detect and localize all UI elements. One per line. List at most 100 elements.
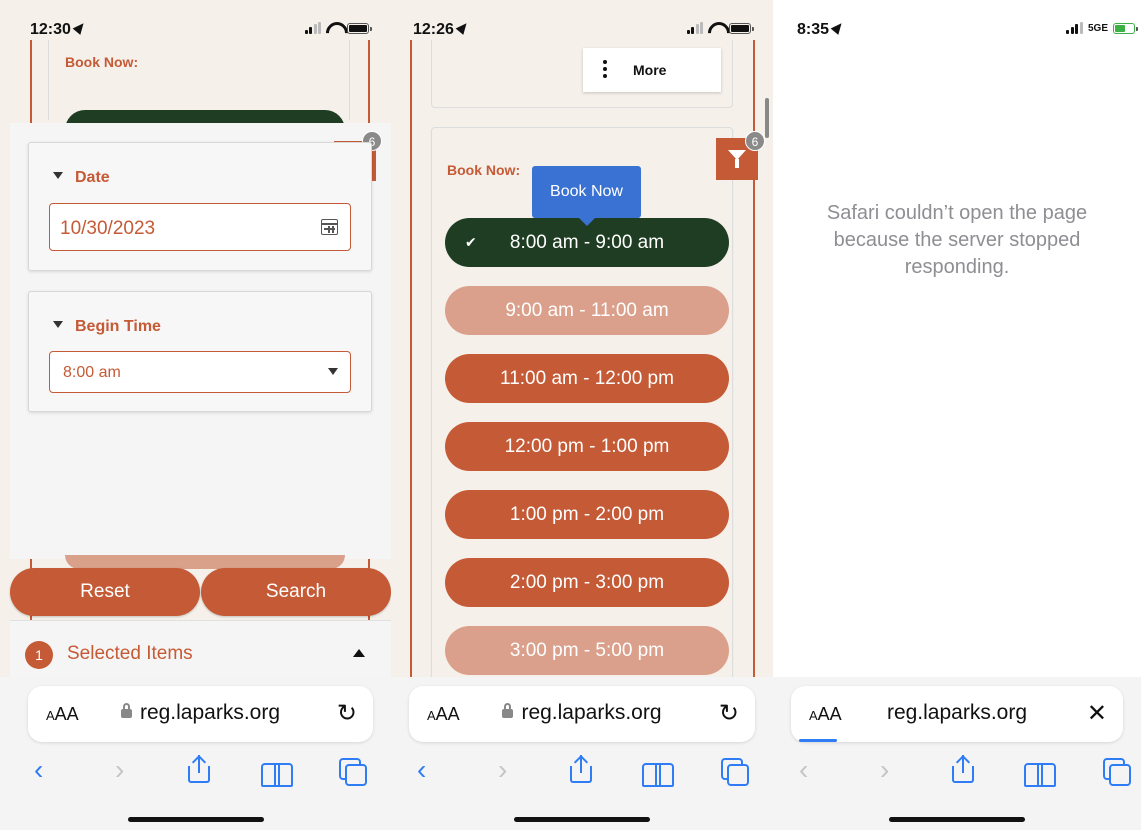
- network-type: 5GE: [1087, 22, 1108, 34]
- time-slot-unavailable: 9:00 am - 11:00 am: [445, 286, 729, 335]
- time-slot[interactable]: 1:00 pm - 2:00 pm: [445, 490, 729, 539]
- status-time-text: 12:26: [413, 21, 454, 38]
- date-input[interactable]: 10/30/2023: [49, 203, 351, 251]
- url-text: reg.laparks.org: [139, 701, 281, 724]
- address-bar[interactable]: AAA reg.laparks.org ↻: [28, 686, 373, 742]
- screen-safari-error: 8:35 5GE Safari couldn’t open the page b…: [773, 0, 1141, 830]
- begin-time-filter-header[interactable]: Begin Time: [53, 318, 161, 336]
- screen-time-slots: 12:26 More 6 Book Now: ✔ 8:00 am - 9:00 a…: [391, 0, 773, 830]
- reload-icon[interactable]: ↻: [337, 699, 357, 728]
- signal-icon: [686, 22, 703, 34]
- begin-time-select[interactable]: 8:00 am: [49, 351, 351, 393]
- book-now-label: Book Now:: [65, 54, 139, 70]
- forward-icon[interactable]: ›: [880, 753, 889, 787]
- home-indicator: [889, 817, 1025, 822]
- collapse-arrow-icon: [53, 321, 63, 328]
- address-bar[interactable]: AAA reg.laparks.org ✕: [791, 686, 1123, 742]
- bookmarks-icon[interactable]: [261, 759, 293, 793]
- book-now-label: Book Now:: [447, 162, 521, 178]
- date-value: 10/30/2023: [60, 218, 156, 239]
- time-slot[interactable]: 12:00 pm - 1:00 pm: [445, 422, 729, 471]
- safari-toolbar: ‹ ›: [391, 753, 773, 793]
- error-message: Safari couldn’t open the page because th…: [826, 202, 1088, 278]
- scrollbar[interactable]: [765, 98, 769, 138]
- lock-icon: [502, 703, 514, 718]
- calendar-icon[interactable]: [321, 219, 338, 235]
- kebab-menu-icon: [603, 60, 607, 64]
- status-time: 12:26: [413, 20, 471, 39]
- status-time: 12:30: [30, 20, 88, 39]
- address-bar[interactable]: AAA reg.laparks.org ↻: [409, 686, 755, 742]
- signal-icon: [304, 22, 321, 34]
- safari-bottom-bar: AAA reg.laparks.org ↻ ‹ ›: [391, 677, 773, 830]
- more-label: More: [633, 62, 667, 78]
- tabs-icon[interactable]: [721, 758, 749, 792]
- time-slot-label: 8:00 am - 9:00 am: [509, 232, 665, 253]
- battery-icon: [729, 22, 754, 34]
- forward-icon[interactable]: ›: [498, 753, 507, 787]
- signal-icon: [1066, 22, 1083, 34]
- back-icon[interactable]: ‹: [799, 753, 808, 787]
- date-heading: Date: [75, 169, 110, 186]
- safari-toolbar: ‹ ›: [0, 753, 391, 793]
- booking-card-inner: [48, 40, 350, 120]
- status-bar: 8:35 5GE: [773, 0, 1141, 52]
- address-url: reg.laparks.org: [791, 701, 1123, 725]
- status-time-text: 12:30: [30, 21, 71, 38]
- battery-charging-icon: [1113, 22, 1138, 34]
- time-slot-unavailable: 3:00 pm - 5:00 pm: [445, 626, 729, 675]
- location-arrow-icon: [72, 20, 88, 35]
- more-button[interactable]: More: [583, 48, 721, 92]
- share-icon[interactable]: [188, 755, 210, 791]
- home-indicator: [127, 817, 264, 822]
- begin-time-filter-card: Begin Time 8:00 am: [28, 291, 372, 412]
- status-time-text: 8:35: [797, 21, 830, 38]
- checkmark-icon: ✔: [465, 234, 477, 250]
- location-arrow-icon: [455, 20, 471, 35]
- selected-items-bar[interactable]: 1 Selected Items: [10, 620, 391, 677]
- begin-time-value: 8:00 am: [63, 364, 121, 381]
- battery-icon: [347, 22, 372, 34]
- screen-filter-panel: 12:30 Book Now: ✕ 6 Date 10/30/2023 Begi…: [0, 0, 391, 830]
- caret-up-icon[interactable]: [353, 649, 365, 657]
- address-url: reg.laparks.org: [28, 701, 373, 725]
- collapse-arrow-icon: [53, 172, 63, 179]
- forward-icon[interactable]: ›: [115, 753, 124, 787]
- safari-toolbar: ‹ ›: [773, 753, 1141, 793]
- filter-count-badge: 6: [745, 131, 765, 151]
- selected-count-badge: 1: [25, 641, 53, 669]
- stop-loading-icon[interactable]: ✕: [1087, 699, 1107, 728]
- share-icon[interactable]: [952, 755, 974, 791]
- time-slot[interactable]: 11:00 am - 12:00 pm: [445, 354, 729, 403]
- safari-bottom-bar: AAA reg.laparks.org ↻ ‹ ›: [0, 677, 391, 830]
- url-text: reg.laparks.org: [521, 701, 662, 724]
- status-time: 8:35: [797, 20, 846, 39]
- share-icon[interactable]: [570, 755, 592, 791]
- time-slot[interactable]: 2:00 pm - 3:00 pm: [445, 558, 729, 607]
- reload-icon[interactable]: ↻: [719, 699, 739, 728]
- book-now-tooltip[interactable]: Book Now: [532, 166, 641, 226]
- reset-button[interactable]: Reset: [10, 568, 200, 616]
- back-icon[interactable]: ‹: [417, 753, 426, 787]
- back-icon[interactable]: ‹: [34, 753, 43, 787]
- date-filter-card: Date 10/30/2023: [28, 142, 372, 271]
- tabs-icon[interactable]: [1103, 758, 1131, 792]
- bookmarks-icon[interactable]: [1024, 759, 1056, 793]
- search-button[interactable]: Search: [201, 568, 391, 616]
- slot-peek: [65, 555, 345, 569]
- loading-progress: [799, 739, 837, 742]
- bookmarks-icon[interactable]: [642, 759, 674, 793]
- begin-time-heading: Begin Time: [75, 318, 161, 335]
- date-filter-header[interactable]: Date: [53, 169, 110, 187]
- dropdown-arrow-icon: [328, 368, 338, 375]
- url-text: reg.laparks.org: [886, 701, 1028, 724]
- wifi-icon: [326, 22, 342, 34]
- tabs-icon[interactable]: [339, 758, 367, 792]
- filter-icon: [728, 150, 746, 168]
- location-arrow-icon: [830, 20, 846, 35]
- safari-bottom-bar: AAA reg.laparks.org ✕ ‹ ›: [773, 677, 1141, 830]
- home-indicator: [514, 817, 650, 822]
- lock-icon: [120, 703, 132, 718]
- selected-items-label: Selected Items: [67, 643, 193, 664]
- address-url: reg.laparks.org: [409, 701, 755, 725]
